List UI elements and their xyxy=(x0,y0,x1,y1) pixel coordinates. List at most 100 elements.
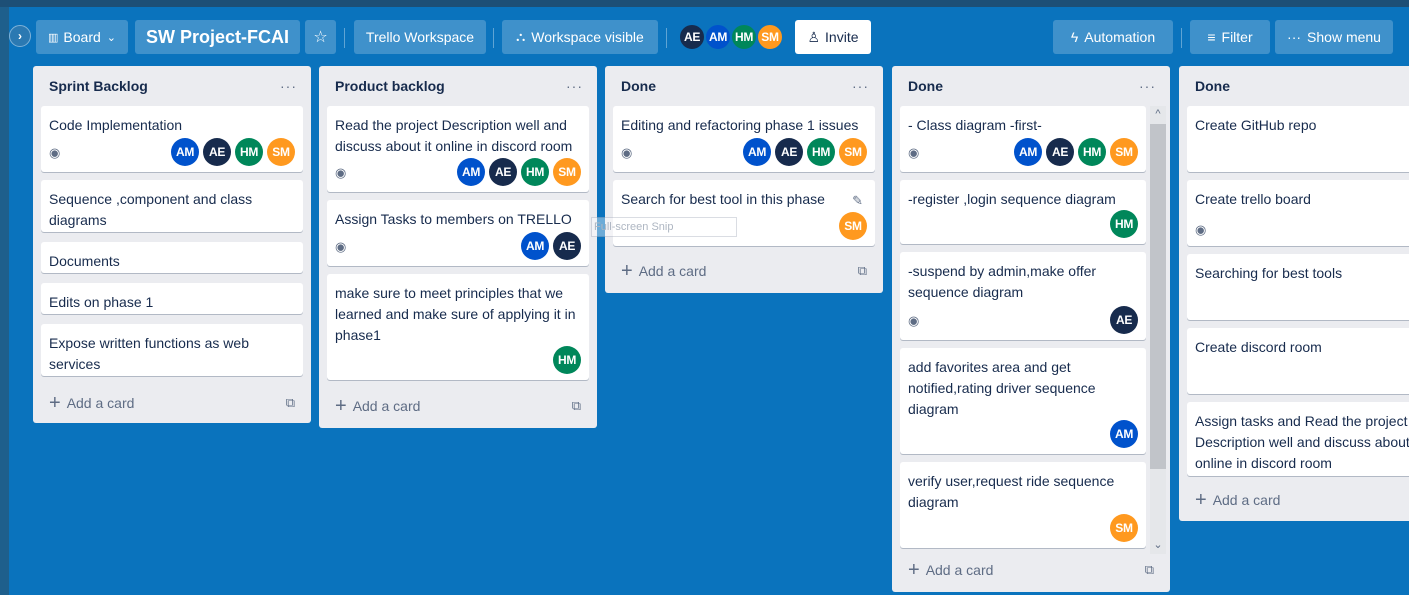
avatar[interactable]: SM xyxy=(756,23,784,51)
list-menu-button[interactable]: ··· xyxy=(852,78,869,94)
list-menu-button[interactable]: ··· xyxy=(566,78,583,94)
card[interactable]: Searching for best tools xyxy=(1187,254,1409,320)
board-menu-strip[interactable] xyxy=(0,7,9,595)
visibility-button[interactable]: ⛬ Workspace visible xyxy=(502,20,658,54)
card[interactable]: - Class diagram -first- ◉ AM AE HM SM xyxy=(900,106,1146,172)
card-members: AM AE HM SM xyxy=(1014,138,1138,166)
list-header: Sprint Backlog ··· xyxy=(33,66,311,106)
card[interactable]: Sequence ,component and class diagrams xyxy=(41,180,303,232)
add-card-label: Add a card xyxy=(66,395,135,411)
avatar[interactable]: AM xyxy=(1014,138,1042,166)
avatar[interactable]: HM xyxy=(521,158,549,186)
invite-button[interactable]: ♙ Invite xyxy=(795,20,871,54)
card[interactable]: Assign Tasks to members on TRELLO ◉ AM A… xyxy=(327,200,589,266)
watch-icon: ◉ xyxy=(621,144,633,160)
add-card-button[interactable]: + Add a card ⧉ xyxy=(613,256,875,286)
plus-icon: + xyxy=(1195,489,1207,511)
avatar[interactable]: SM xyxy=(553,158,581,186)
avatar[interactable]: AE xyxy=(553,232,581,260)
list-scrollbar-thumb[interactable] xyxy=(1150,124,1166,469)
avatar[interactable]: AM xyxy=(171,138,199,166)
automation-button[interactable]: ϟ Automation xyxy=(1053,20,1173,54)
card[interactable]: Editing and refactoring phase 1 issues ◉… xyxy=(613,106,875,172)
list-title[interactable]: Sprint Backlog xyxy=(49,78,148,94)
card-title: Documents xyxy=(49,253,120,269)
list-product-backlog: Product backlog ··· Read the project Des… xyxy=(319,66,597,428)
avatar[interactable]: AE xyxy=(203,138,231,166)
workspace-button[interactable]: Trello Workspace xyxy=(354,20,486,54)
avatar[interactable]: HM xyxy=(1078,138,1106,166)
scroll-down-icon[interactable]: ⌄ xyxy=(1150,538,1166,552)
list-title[interactable]: Product backlog xyxy=(335,78,445,94)
avatar[interactable]: AE xyxy=(678,23,706,51)
avatar[interactable]: SM xyxy=(1110,138,1138,166)
list-menu-button[interactable]: ··· xyxy=(1139,78,1156,94)
card[interactable]: Documents xyxy=(41,242,303,273)
card[interactable]: Edits on phase 1 xyxy=(41,283,303,314)
card-template-icon[interactable]: ⧉ xyxy=(572,398,581,414)
add-card-button[interactable]: + Add a card ⧉ xyxy=(41,388,303,418)
card[interactable]: Create trello board ◉ xyxy=(1187,180,1409,246)
list-title[interactable]: Done xyxy=(621,78,656,94)
card[interactable]: Code Implementation ◉ AM AE HM SM xyxy=(41,106,303,172)
list-title[interactable]: Done xyxy=(908,78,943,94)
card[interactable]: Create discord room xyxy=(1187,328,1409,394)
card[interactable]: Create GitHub repo xyxy=(1187,106,1409,172)
card[interactable]: add favorites area and get notified,rati… xyxy=(900,348,1146,454)
card-title: Searching for best tools xyxy=(1195,265,1343,281)
avatar[interactable]: HM xyxy=(1110,210,1138,238)
avatar[interactable]: SM xyxy=(1110,514,1138,542)
card-title: add favorites area and get notified,rati… xyxy=(908,359,1096,417)
header-divider xyxy=(493,28,494,48)
plus-icon: + xyxy=(49,392,61,414)
pencil-icon[interactable]: ✎ xyxy=(852,190,863,211)
plus-icon: + xyxy=(621,260,633,282)
watch-icon: ◉ xyxy=(335,164,347,180)
card[interactable]: make sure to meet principles that we lea… xyxy=(327,274,589,380)
add-card-button[interactable]: + Add a card xyxy=(1187,485,1401,515)
avatar[interactable]: AM xyxy=(743,138,771,166)
avatar[interactable]: AE xyxy=(489,158,517,186)
avatar[interactable]: SM xyxy=(839,138,867,166)
add-card-button[interactable]: + Add a card ⧉ xyxy=(900,555,1162,585)
add-card-button[interactable]: + Add a card ⧉ xyxy=(327,391,589,421)
card[interactable]: -register ,login sequence diagram HM xyxy=(900,180,1146,244)
filter-button[interactable]: ≡ Filter xyxy=(1190,20,1270,54)
board-title[interactable]: SW Project-FCAI xyxy=(135,20,300,54)
add-card-label: Add a card xyxy=(1212,492,1281,508)
list-header: Done ··· xyxy=(605,66,883,106)
scroll-up-icon[interactable]: ^ xyxy=(1150,108,1166,122)
list-menu-button[interactable]: ··· xyxy=(280,78,297,94)
list-title[interactable]: Done xyxy=(1195,78,1230,94)
avatar[interactable]: AM xyxy=(521,232,549,260)
automation-label: Automation xyxy=(1084,29,1156,45)
board-view-switcher[interactable]: ▥ Board ⌄ xyxy=(36,20,128,54)
avatar[interactable]: AE xyxy=(1046,138,1074,166)
avatar[interactable]: HM xyxy=(807,138,835,166)
card[interactable]: Read the project Description well and di… xyxy=(327,106,589,192)
star-board-button[interactable]: ☆ xyxy=(305,20,336,54)
avatar[interactable]: AE xyxy=(1110,306,1138,334)
avatar[interactable]: AM xyxy=(704,23,732,51)
card-template-icon[interactable]: ⧉ xyxy=(858,263,867,279)
show-menu-button[interactable]: ··· Show menu xyxy=(1275,20,1393,54)
card-badges: SM xyxy=(908,514,1138,542)
avatar[interactable]: SM xyxy=(839,212,867,240)
avatar[interactable]: HM xyxy=(235,138,263,166)
avatar[interactable]: SM xyxy=(267,138,295,166)
card[interactable]: Assign tasks and Read the project Descri… xyxy=(1187,402,1409,476)
card[interactable]: verify user,request ride sequence diagra… xyxy=(900,462,1146,548)
avatar[interactable]: HM xyxy=(730,23,758,51)
board-members: AE AM HM SM xyxy=(678,23,784,51)
card[interactable]: -suspend by admin,make offer sequence di… xyxy=(900,252,1146,340)
avatar[interactable]: AM xyxy=(457,158,485,186)
card-title: Assign Tasks to members on TRELLO xyxy=(335,211,572,227)
watch-icon: ◉ xyxy=(1195,222,1207,237)
card-template-icon[interactable]: ⧉ xyxy=(1145,562,1154,578)
avatar[interactable]: AM xyxy=(1110,420,1138,448)
card-template-icon[interactable]: ⧉ xyxy=(286,395,295,411)
card[interactable]: Expose written functions as web services xyxy=(41,324,303,376)
avatar[interactable]: AE xyxy=(775,138,803,166)
avatar[interactable]: HM xyxy=(553,346,581,374)
watch-icon: ◉ xyxy=(908,144,920,160)
